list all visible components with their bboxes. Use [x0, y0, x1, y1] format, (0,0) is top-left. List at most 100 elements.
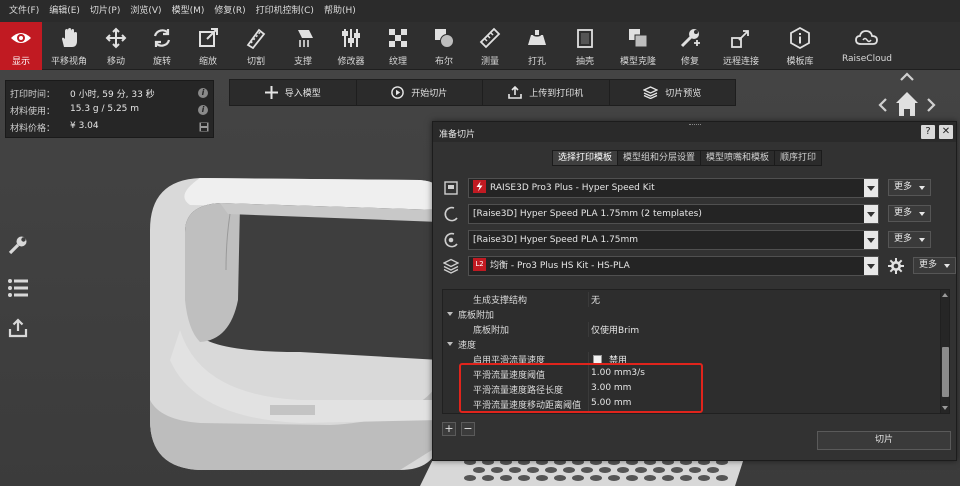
scroll-up-icon[interactable]	[942, 293, 948, 297]
tool-shell-button[interactable]: 抽壳	[564, 22, 606, 70]
menu-printer-control[interactable]: 打印机控制(C)	[251, 0, 319, 22]
tool-rotate-button[interactable]: 旋转	[142, 22, 182, 70]
export-button[interactable]	[5, 316, 31, 340]
filament-right-select[interactable]: [Raise3D] Hyper Speed PLA 1.75mm	[468, 230, 879, 250]
tree-row[interactable]: 启用平滑流量速度 禁用	[443, 352, 940, 367]
tree-row[interactable]: 平滑流量速度路径长度 3.00 mm	[443, 382, 940, 397]
menu-help[interactable]: 帮助(H)	[319, 0, 361, 22]
expand-triangle-icon[interactable]	[447, 342, 453, 346]
scroll-thumb[interactable]	[942, 347, 949, 397]
tool-remote-button[interactable]: 远程连接	[716, 22, 766, 70]
remove-button[interactable]: −	[461, 422, 475, 436]
chevron-down-icon[interactable]	[864, 205, 878, 223]
tool-boolean-button[interactable]: 布尔	[424, 22, 464, 70]
printer-more-button[interactable]: 更多	[888, 179, 931, 196]
view-navigator[interactable]	[872, 70, 942, 120]
wrench-icon	[8, 236, 27, 255]
chevron-down-icon[interactable]	[864, 257, 878, 275]
tool-modifier-button[interactable]: 修改器	[330, 22, 372, 70]
tree-row[interactable]: 生成支撑结构 无	[443, 292, 940, 307]
import-model-button[interactable]: 导入模型	[230, 80, 357, 105]
filament-right-more-button[interactable]: 更多	[888, 231, 931, 248]
slice-button[interactable]: 切片	[817, 431, 951, 450]
nav-up-arrow-icon[interactable]	[900, 72, 914, 81]
printer-select[interactable]: RAISE3D Pro3 Plus - Hyper Speed Kit	[468, 178, 879, 198]
frame-model	[150, 178, 441, 470]
tool-template-library-button[interactable]: 模板库	[778, 22, 822, 70]
template-more-button[interactable]: 更多	[913, 257, 956, 274]
shell-icon	[573, 26, 597, 50]
template-library-icon	[788, 26, 812, 50]
dialog-tabs: 选择打印模板 模型组和分层设置 模型喷嘴和模板 顺序打印	[552, 150, 823, 166]
menu-edit[interactable]: 编辑(E)	[44, 0, 85, 22]
settings-tree[interactable]: 生成支撑结构 无 底板附加 底板附加 仅使用Brim 速度 启用平滑流量速度 禁…	[442, 289, 950, 414]
close-button[interactable]: ✕	[939, 125, 953, 139]
printer-row: RAISE3D Pro3 Plus - Hyper Speed Kit 更多	[443, 178, 948, 198]
tree-row[interactable]: 平滑流量速度移动距离阈值 5.00 mm	[443, 397, 940, 412]
add-button[interactable]: +	[442, 422, 456, 436]
menu-view[interactable]: 浏览(V)	[125, 0, 166, 22]
tree-row[interactable]: 底板附加 仅使用Brim	[443, 322, 940, 337]
tool-raisecloud-button[interactable]: RaiseCloud	[838, 22, 896, 70]
cloud-icon	[855, 26, 879, 50]
tab-group-layer-settings[interactable]: 模型组和分层设置	[617, 150, 701, 166]
flash-icon	[473, 180, 486, 193]
tool-scale-button[interactable]: 缩放	[188, 22, 228, 70]
list-icon	[8, 279, 28, 297]
slice-preview-button[interactable]: 切片预览	[610, 80, 736, 105]
drag-grip-icon[interactable]	[689, 124, 701, 126]
print-time-value: 0 小时, 59 分, 33 秒	[70, 90, 155, 100]
dialog-title-bar[interactable]: 准备切片 ? ✕	[433, 122, 956, 142]
tool-cut-button[interactable]: 切割	[236, 22, 276, 70]
filament-left-select[interactable]: [Raise3D] Hyper Speed PLA 1.75mm (2 temp…	[468, 204, 879, 224]
tool-repair-button[interactable]: 修复	[670, 22, 710, 70]
expand-triangle-icon[interactable]	[447, 312, 453, 316]
template-name: 均衡 - Pro3 Plus HS Kit - HS-PLA	[490, 261, 630, 271]
tree-scrollbar[interactable]	[940, 290, 949, 413]
template-settings-button[interactable]	[886, 256, 906, 276]
template-select[interactable]: L2 均衡 - Pro3 Plus HS Kit - HS-PLA	[468, 256, 879, 276]
chevron-down-icon[interactable]	[864, 179, 878, 197]
tree-group-speed[interactable]: 速度	[443, 337, 940, 352]
tool-support-button[interactable]: 支撑	[282, 22, 324, 70]
upload-to-printer-button[interactable]: 上传到打印机	[483, 80, 610, 105]
tool-clone-button[interactable]: 模型克隆	[612, 22, 664, 70]
nav-right-arrow-icon[interactable]	[927, 98, 936, 112]
tool-move-button[interactable]: 移动	[96, 22, 136, 70]
help-button[interactable]: ?	[921, 125, 935, 139]
layers-icon	[442, 258, 460, 274]
menu-model[interactable]: 模型(M)	[167, 0, 210, 22]
settings-wrench-button[interactable]	[5, 233, 31, 257]
tool-pan-button[interactable]: 平移视角	[46, 22, 92, 70]
tool-hole-button[interactable]: 打孔	[516, 22, 558, 70]
info-icon[interactable]: i	[198, 88, 208, 98]
chevron-down-icon[interactable]	[864, 231, 878, 249]
caret-down-icon	[919, 186, 925, 190]
object-list-button[interactable]	[5, 276, 31, 300]
nav-left-arrow-icon[interactable]	[878, 98, 887, 112]
home-icon[interactable]	[896, 92, 918, 116]
tab-select-template[interactable]: 选择打印模板	[552, 150, 618, 166]
tool-display-button[interactable]: 显示	[0, 22, 42, 70]
move-icon	[104, 26, 128, 50]
tree-row[interactable]: 平滑流量速度阈值 1.00 mm3/s	[443, 367, 940, 382]
filament-right-row: [Raise3D] Hyper Speed PLA 1.75mm 更多	[443, 230, 948, 250]
start-slice-button[interactable]: 开始切片	[357, 80, 483, 105]
caret-down-icon	[919, 238, 925, 242]
save-icon[interactable]	[199, 122, 209, 132]
tool-texture-button[interactable]: 纹理	[378, 22, 418, 70]
tab-nozzle-template[interactable]: 模型喷嘴和模板	[700, 150, 775, 166]
hole-icon	[525, 26, 549, 50]
tab-sequential-print[interactable]: 顺序打印	[774, 150, 823, 166]
tree-group-brim[interactable]: 底板附加	[443, 307, 940, 322]
filament-left-more-button[interactable]: 更多	[888, 205, 931, 222]
gear-icon	[888, 258, 904, 274]
info-icon[interactable]: i	[198, 105, 208, 115]
material-price-label: 材料价格：	[10, 124, 56, 134]
menu-repair[interactable]: 修复(R)	[209, 0, 250, 22]
menu-file[interactable]: 文件(F)	[4, 0, 44, 22]
tool-measure-button[interactable]: 测量	[470, 22, 510, 70]
smooth-flow-checkbox[interactable]	[593, 355, 602, 364]
menu-slice[interactable]: 切片(P)	[85, 0, 125, 22]
scroll-down-icon[interactable]	[942, 406, 948, 410]
